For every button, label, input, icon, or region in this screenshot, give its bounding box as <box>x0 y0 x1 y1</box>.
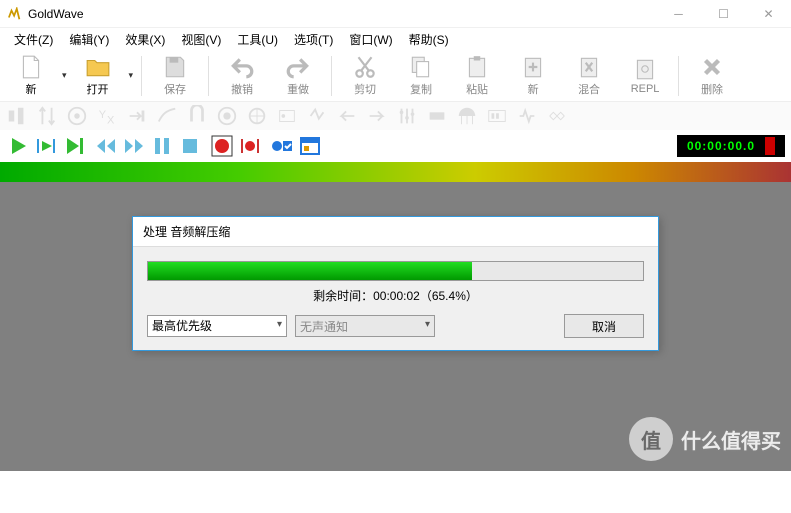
forward-icon[interactable] <box>122 134 146 158</box>
notify-select: 无声通知 <box>295 315 435 337</box>
close-button[interactable]: ✕ <box>746 0 791 28</box>
tool-icon[interactable] <box>366 105 388 127</box>
tool-icon[interactable] <box>186 105 208 127</box>
level-meter <box>0 162 791 182</box>
menu-effect[interactable]: 效果(X) <box>117 29 173 50</box>
play-icon[interactable] <box>6 134 30 158</box>
tool-icon[interactable] <box>306 105 328 127</box>
remaining-time: 剩余时间：00:00:02（65.4%） <box>147 287 644 304</box>
tool-icon[interactable] <box>216 105 238 127</box>
tool-icon[interactable] <box>246 105 268 127</box>
paste-button[interactable]: 粘贴 <box>452 52 502 100</box>
workspace: 处理 音频解压缩 剩余时间：00:00:02（65.4%） 最高优先级 无声通知… <box>0 182 791 471</box>
stop-icon[interactable] <box>178 134 202 158</box>
open-button[interactable]: 打开 <box>73 52 123 100</box>
window-title: GoldWave <box>28 7 84 21</box>
menu-help[interactable]: 帮助(S) <box>401 29 457 50</box>
menu-window[interactable]: 窗口(W) <box>341 29 400 50</box>
tool-icon[interactable] <box>36 105 58 127</box>
undo-button[interactable]: 撤销 <box>217 52 267 100</box>
dialog-title: 处理 音频解压缩 <box>133 217 658 247</box>
dropdown-icon[interactable]: ▾ <box>129 70 134 81</box>
effects-toolbar: YX <box>0 102 791 130</box>
priority-select[interactable]: 最高优先级 <box>147 315 287 337</box>
title-bar: GoldWave ─ ☐ ✕ <box>0 0 791 28</box>
pause-icon[interactable] <box>150 134 174 158</box>
redo-button[interactable]: 重做 <box>273 52 323 100</box>
timecode-display: 00:00:00.0 <box>677 135 785 157</box>
play-selection-icon[interactable] <box>34 134 58 158</box>
tool-icon[interactable] <box>276 105 298 127</box>
tool-icon[interactable] <box>6 105 28 127</box>
window-view-icon[interactable] <box>298 134 322 158</box>
tool-icon[interactable] <box>456 105 478 127</box>
play-end-icon[interactable] <box>62 134 86 158</box>
cut-button[interactable]: 剪切 <box>340 52 390 100</box>
tool-icon[interactable] <box>516 105 538 127</box>
tool-icon[interactable] <box>126 105 148 127</box>
watermark: 值 什么值得买 <box>629 417 781 461</box>
menu-edit[interactable]: 编辑(Y) <box>61 29 117 50</box>
menu-view[interactable]: 视图(V) <box>173 29 229 50</box>
tool-icon[interactable] <box>66 105 88 127</box>
menu-option[interactable]: 选项(T) <box>286 29 341 50</box>
tool-icon[interactable] <box>426 105 448 127</box>
tool-icon[interactable]: YX <box>96 105 118 127</box>
tool-icon[interactable] <box>486 105 508 127</box>
minimize-button[interactable]: ─ <box>656 0 701 28</box>
progress-dialog: 处理 音频解压缩 剩余时间：00:00:02（65.4%） 最高优先级 无声通知… <box>132 216 659 351</box>
new2-button[interactable]: 新 <box>508 52 558 100</box>
repl-button[interactable]: REPL <box>620 52 670 100</box>
record-icon[interactable] <box>210 134 234 158</box>
tool-icon[interactable] <box>156 105 178 127</box>
dropdown-icon[interactable]: ▾ <box>62 70 67 81</box>
copy-button[interactable]: 复制 <box>396 52 446 100</box>
menu-tool[interactable]: 工具(U) <box>229 29 286 50</box>
rewind-icon[interactable] <box>94 134 118 158</box>
maximize-button[interactable]: ☐ <box>701 0 746 28</box>
watermark-text: 什么值得买 <box>681 425 781 454</box>
loop-check-icon[interactable] <box>270 134 294 158</box>
svg-text:X: X <box>107 114 115 126</box>
tool-icon[interactable] <box>546 105 568 127</box>
progress-bar <box>147 261 644 281</box>
transport-bar: 00:00:00.0 <box>0 130 791 162</box>
save-button[interactable]: 保存 <box>150 52 200 100</box>
watermark-badge: 值 <box>629 417 673 461</box>
main-toolbar: 新 ▾ 打开 ▾ 保存 撤销 重做 剪切 复制 粘贴 新 混合 REPL 删除 <box>0 50 791 102</box>
app-logo-icon <box>8 7 22 21</box>
menu-file[interactable]: 文件(Z) <box>6 29 61 50</box>
tool-icon[interactable] <box>336 105 358 127</box>
tool-icon[interactable] <box>396 105 418 127</box>
delete-button[interactable]: 删除 <box>687 52 737 100</box>
menu-bar: 文件(Z) 编辑(Y) 效果(X) 视图(V) 工具(U) 选项(T) 窗口(W… <box>0 28 791 50</box>
new-button[interactable]: 新 <box>6 52 56 100</box>
svg-text:Y: Y <box>99 109 107 121</box>
mix-button[interactable]: 混合 <box>564 52 614 100</box>
record-selection-icon[interactable] <box>238 134 262 158</box>
cancel-button[interactable]: 取消 <box>564 314 644 338</box>
